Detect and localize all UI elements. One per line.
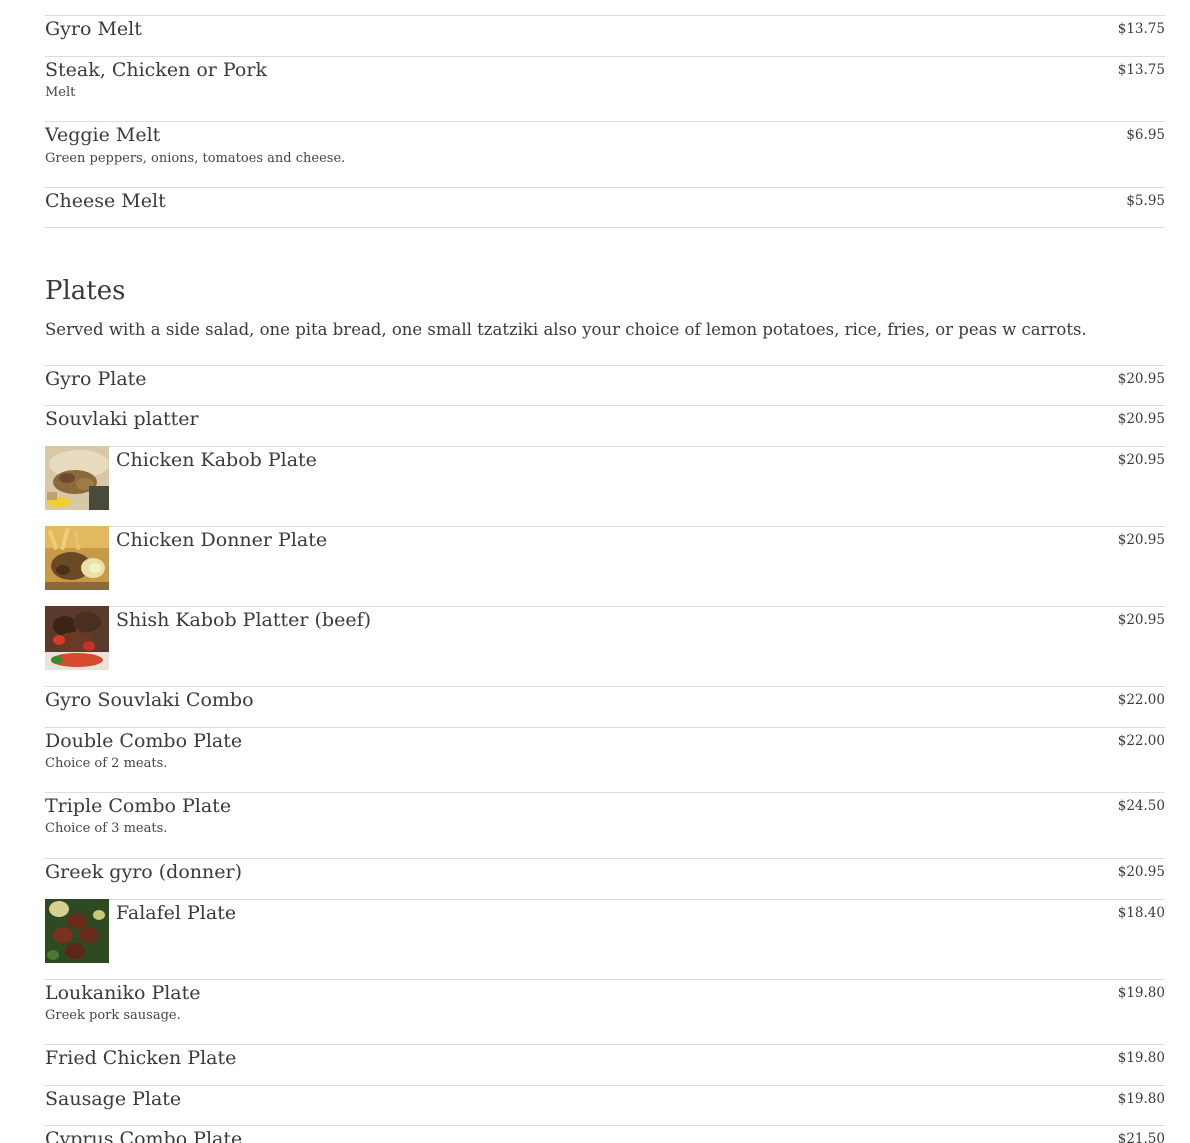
menu-item[interactable]: Souvlaki platter $20.95 — [45, 405, 1165, 446]
menu-item[interactable]: Sausage Plate $19.80 — [45, 1085, 1165, 1125]
item-name: Gyro Plate — [45, 368, 147, 390]
item-price: $22.00 — [1117, 733, 1165, 749]
menu-item[interactable]: Triple Combo Plate $24.50 Choice of 3 me… — [45, 792, 1165, 858]
menu-item[interactable]: Veggie Melt $6.95 Green peppers, onions,… — [45, 121, 1165, 187]
item-price: $20.95 — [1117, 411, 1165, 427]
chicken-donner-photo[interactable] — [45, 526, 109, 590]
item-name: Chicken Kabob Plate — [116, 449, 317, 471]
item-price: $20.95 — [1117, 532, 1165, 548]
item-description: Green peppers, onions, tomatoes and chee… — [45, 151, 346, 166]
item-name: Greek gyro (donner) — [45, 861, 242, 883]
item-name: Gyro Melt — [45, 18, 142, 40]
item-price: $19.80 — [1117, 985, 1165, 1001]
shish-kabob-photo[interactable] — [45, 606, 109, 670]
item-price: $21.50 — [1117, 1131, 1165, 1143]
chicken-kabob-photo[interactable] — [45, 446, 109, 510]
item-name: Shish Kabob Platter (beef) — [116, 609, 372, 631]
item-price: $13.75 — [1117, 21, 1165, 37]
item-price: $24.50 — [1117, 798, 1165, 814]
item-description: Choice of 2 meats. — [45, 756, 168, 771]
item-name: Chicken Donner Plate — [116, 529, 328, 551]
item-price: $20.95 — [1117, 864, 1165, 880]
item-price: $13.75 — [1117, 62, 1165, 78]
section-title: Plates — [45, 276, 126, 306]
item-price: $18.40 — [1117, 905, 1165, 921]
item-description: Greek pork sausage. — [45, 1008, 181, 1023]
item-name: Fried Chicken Plate — [45, 1047, 237, 1069]
item-name: Triple Combo Plate — [45, 795, 232, 817]
item-description: Melt — [45, 85, 76, 100]
item-price: $5.95 — [1126, 193, 1165, 209]
menu-item[interactable]: Gyro Souvlaki Combo $22.00 — [45, 686, 1165, 727]
menu-item[interactable]: Gyro Plate $20.95 — [45, 365, 1165, 405]
section-description: Served with a side salad, one pita bread… — [45, 320, 1087, 339]
menu-item[interactable]: Shish Kabob Platter (beef) $20.95 — [45, 606, 1165, 686]
menu-item[interactable]: Double Combo Plate $22.00 Choice of 2 me… — [45, 727, 1165, 792]
item-price: $20.95 — [1117, 612, 1165, 628]
item-name: Cyprus Combo Plate — [45, 1128, 243, 1143]
item-name: Cheese Melt — [45, 190, 166, 212]
item-name: Sausage Plate — [45, 1088, 182, 1110]
item-name: Double Combo Plate — [45, 730, 243, 752]
item-name: Veggie Melt — [45, 124, 161, 146]
item-price: $22.00 — [1117, 692, 1165, 708]
item-price: $6.95 — [1126, 127, 1165, 143]
item-name: Loukaniko Plate — [45, 982, 201, 1004]
menu-item[interactable]: Steak, Chicken or Pork $13.75 Melt — [45, 56, 1165, 121]
item-price: $20.95 — [1117, 452, 1165, 468]
item-name: Steak, Chicken or Pork — [45, 59, 267, 81]
menu-item[interactable]: Chicken Kabob Plate $20.95 — [45, 446, 1165, 526]
falafel-photo[interactable] — [45, 899, 109, 963]
item-name: Falafel Plate — [116, 902, 237, 924]
menu-item[interactable]: Chicken Donner Plate $20.95 — [45, 526, 1165, 606]
item-price: $19.80 — [1117, 1091, 1165, 1107]
menu-item[interactable]: Cyprus Combo Plate $21.50 — [45, 1125, 1165, 1143]
menu-item[interactable]: Greek gyro (donner) $20.95 — [45, 858, 1165, 899]
item-price: $19.80 — [1117, 1050, 1165, 1066]
item-price: $20.95 — [1117, 371, 1165, 387]
item-name: Souvlaki platter — [45, 408, 199, 430]
menu-item[interactable]: Fried Chicken Plate $19.80 — [45, 1044, 1165, 1085]
menu-item[interactable]: Cheese Melt $5.95 — [45, 187, 1165, 227]
divider — [45, 227, 1165, 228]
menu-item[interactable]: Loukaniko Plate $19.80 Greek pork sausag… — [45, 979, 1165, 1044]
item-name: Gyro Souvlaki Combo — [45, 689, 254, 711]
menu-item[interactable]: Gyro Melt $13.75 — [45, 15, 1165, 56]
item-description: Choice of 3 meats. — [45, 821, 168, 836]
menu-item[interactable]: Falafel Plate $18.40 — [45, 899, 1165, 979]
